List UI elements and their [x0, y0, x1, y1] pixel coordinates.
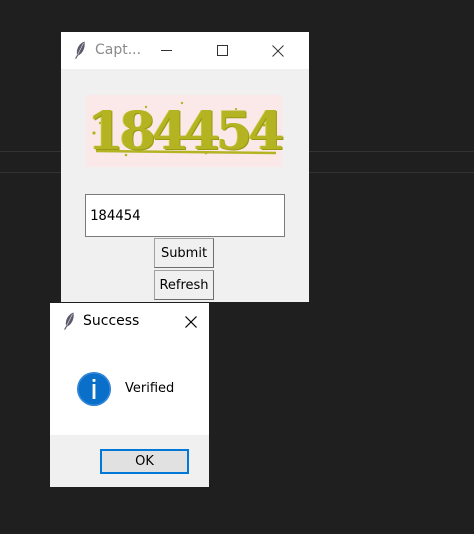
- captcha-window-titlebar[interactable]: Capt...: [61, 32, 309, 69]
- captcha-window: Capt... 184454 184454 Submit Refresh: [61, 32, 309, 302]
- minimize-button[interactable]: [143, 32, 189, 69]
- feather-icon: [64, 312, 74, 330]
- close-button[interactable]: [255, 32, 301, 69]
- minimize-icon: [160, 50, 172, 51]
- close-icon: [272, 44, 284, 57]
- dialog-close-button[interactable]: [172, 303, 209, 340]
- dialog-titlebar[interactable]: Success: [50, 303, 209, 340]
- feather-icon: [75, 41, 85, 59]
- window-title: Capt...: [95, 42, 142, 58]
- dialog-message: Verified: [125, 381, 175, 396]
- close-icon: [184, 315, 197, 328]
- submit-button[interactable]: Submit: [154, 238, 214, 268]
- dialog-title: Success: [83, 313, 140, 329]
- ok-button[interactable]: OK: [100, 449, 189, 474]
- success-dialog: Success Verified OK: [50, 303, 209, 487]
- refresh-button[interactable]: Refresh: [154, 270, 214, 300]
- info-icon: [77, 372, 111, 406]
- captcha-input[interactable]: [85, 194, 285, 237]
- maximize-icon: [216, 45, 228, 56]
- captcha-image: 184454: [86, 95, 285, 167]
- captcha-text: 184454: [87, 100, 284, 162]
- maximize-button[interactable]: [199, 32, 245, 69]
- dialog-footer: OK: [50, 435, 209, 487]
